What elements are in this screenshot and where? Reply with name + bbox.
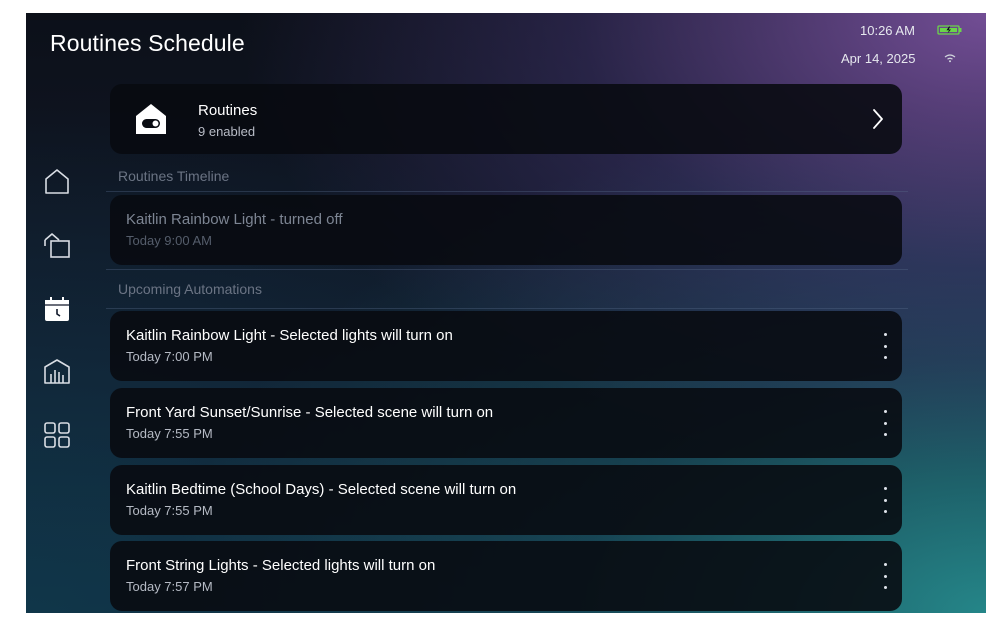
divider — [106, 308, 908, 309]
automation-time: Today 7:57 PM — [126, 579, 213, 594]
page-title: Routines Schedule — [50, 30, 245, 56]
home-icon — [45, 169, 69, 194]
routines-card[interactable]: Routines 9 enabled — [110, 84, 902, 154]
building-chart-icon — [44, 359, 70, 384]
more-options-icon[interactable] — [878, 410, 892, 436]
sidebar-item-schedule[interactable] — [40, 292, 74, 326]
automation-item[interactable]: Front Yard Sunset/Sunrise - Selected sce… — [110, 388, 902, 458]
calendar-clock-icon — [45, 297, 69, 321]
timeline-item-title: Kaitlin Rainbow Light - turned off — [126, 211, 343, 228]
clock-date: Apr 14, 2025 — [841, 51, 916, 66]
sidebar-item-apps[interactable] — [40, 418, 74, 452]
automation-time: Today 7:55 PM — [126, 503, 213, 518]
device-screen: Routines Schedule 10:26 AM Apr 14, 2025 — [26, 13, 986, 613]
automation-title: Front String Lights - Selected lights wi… — [126, 557, 436, 574]
automation-item[interactable]: Front String Lights - Selected lights wi… — [110, 541, 902, 611]
automation-time: Today 7:00 PM — [126, 349, 213, 364]
routines-card-title: Routines — [198, 102, 258, 119]
automation-title: Front Yard Sunset/Sunrise - Selected sce… — [126, 404, 494, 421]
automation-time: Today 7:55 PM — [126, 426, 213, 441]
sidebar-item-energy[interactable] — [40, 354, 74, 388]
automation-item[interactable]: Kaitlin Bedtime (School Days) - Selected… — [110, 465, 902, 535]
automation-title: Kaitlin Rainbow Light - Selected lights … — [126, 327, 453, 344]
timeline-item-time: Today 9:00 AM — [126, 233, 212, 248]
sidebar-item-home[interactable] — [40, 164, 74, 198]
divider — [106, 191, 908, 192]
grid-icon — [44, 422, 70, 448]
more-options-icon[interactable] — [878, 563, 892, 589]
wifi-icon — [944, 54, 956, 63]
chevron-right-icon — [873, 109, 883, 129]
battery-charging-icon — [937, 25, 962, 35]
more-options-icon[interactable] — [878, 487, 892, 513]
divider — [106, 269, 908, 270]
rooms-icon — [44, 233, 70, 258]
routines-card-subtitle: 9 enabled — [198, 124, 256, 139]
automation-title: Kaitlin Bedtime (School Days) - Selected… — [126, 481, 517, 498]
timeline-section-label: Routines Timeline — [118, 168, 230, 184]
clock-time: 10:26 AM — [860, 23, 915, 38]
automation-item[interactable]: Kaitlin Rainbow Light - Selected lights … — [110, 311, 902, 381]
timeline-item[interactable]: Kaitlin Rainbow Light - turned off Today… — [110, 195, 902, 265]
home-toggle-icon — [136, 104, 166, 134]
upcoming-section-label: Upcoming Automations — [118, 281, 262, 297]
sidebar-item-rooms[interactable] — [40, 228, 74, 262]
more-options-icon[interactable] — [878, 333, 892, 359]
